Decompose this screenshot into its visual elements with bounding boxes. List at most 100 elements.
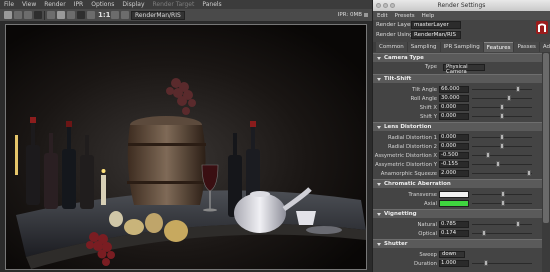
menu-render-target: Render Target: [152, 0, 195, 8]
rgb-channel-icon[interactable]: [47, 11, 55, 19]
duration-field[interactable]: 1.000: [439, 260, 469, 267]
render-layer-select[interactable]: masterLayer: [411, 21, 461, 29]
camera-type-row: Type Physical Camera: [373, 62, 543, 75]
transverse-slider-handle[interactable]: [501, 191, 505, 197]
transverse-row: Transverse: [373, 190, 543, 199]
lens-distortion-attr-slider-handle[interactable]: [500, 134, 504, 140]
tilt-shift-attr-label: Tilt Angle: [412, 87, 437, 93]
tilt-shift-attr-value-field[interactable]: 30.000: [439, 95, 469, 102]
tilt-shift-attr-row: Tilt Angle 66.000: [373, 85, 543, 94]
menu-presets[interactable]: Presets: [395, 13, 415, 19]
section-chromatic-aberration[interactable]: Chromatic Aberration: [373, 179, 543, 188]
renderer-select[interactable]: RenderMan/RIS: [411, 31, 461, 39]
frame-ratio-label[interactable]: 1:1: [98, 11, 111, 19]
tilt-shift-attr-value-field[interactable]: 66.000: [439, 86, 469, 93]
lens-distortion-attr-slider-handle[interactable]: [500, 143, 504, 149]
axial-slider-handle[interactable]: [501, 200, 505, 206]
section-lens-distortion[interactable]: Lens Distortion: [373, 122, 543, 131]
snapshot-icon[interactable]: [111, 11, 119, 19]
lens-distortion-attr-slider-handle[interactable]: [495, 161, 500, 167]
sweep-select[interactable]: down: [439, 251, 465, 258]
refresh-icon[interactable]: [24, 11, 32, 19]
tab-ipr-sampling[interactable]: IPR Sampling: [440, 42, 483, 52]
section-tilt-shift[interactable]: Tilt-Shift: [373, 74, 543, 83]
render-layer-label: Render Layer: [376, 22, 413, 28]
render-image-frame[interactable]: [5, 24, 367, 270]
tilt-shift-attr-value-field[interactable]: 0.000: [439, 104, 469, 111]
menu-edit[interactable]: Edit: [377, 13, 388, 19]
tilt-shift-attr-row: Roll Angle 30.000: [373, 94, 543, 103]
alpha-channel-icon[interactable]: [87, 11, 95, 19]
tab-features[interactable]: Features: [483, 42, 514, 52]
collapse-arrow-icon: [377, 78, 381, 81]
axial-label: Axial: [424, 201, 437, 207]
lens-distortion-attr-row: Radial Distortion 1 0.000: [373, 133, 543, 142]
vignetting-attr-label: Optical: [418, 231, 437, 237]
lens-distortion-attr-value-field[interactable]: 0.000: [439, 134, 469, 141]
tab-advanced[interactable]: Ad: [539, 42, 550, 52]
menu-file[interactable]: File: [4, 1, 14, 8]
menu-ipr[interactable]: IPR: [74, 1, 84, 8]
features-panel: Camera Type Type Physical Camera Tilt-Sh…: [373, 52, 543, 272]
red-channel-icon[interactable]: [57, 11, 65, 19]
tilt-shift-attr-slider-handle[interactable]: [500, 104, 504, 110]
axial-color-swatch[interactable]: [439, 200, 469, 207]
section-vignetting[interactable]: Vignetting: [373, 209, 543, 218]
vignetting-attr-slider-handle[interactable]: [481, 230, 486, 236]
lens-distortion-attr-value-field[interactable]: -0.500: [439, 152, 469, 159]
vignetting-attr-row: Natural 0.785: [373, 220, 543, 229]
lens-distortion-attr-label: Assymetric Distortion X: [374, 153, 437, 159]
wine-glass-stem: [209, 191, 211, 209]
menu-panels[interactable]: Panels: [202, 1, 221, 8]
section-title: Shutter: [384, 241, 408, 247]
tilt-shift-attr-label: Shift Y: [420, 114, 437, 120]
lens-distortion-attr-slider-track: [472, 155, 532, 156]
lens-distortion-attr-slider-handle[interactable]: [526, 170, 531, 176]
menu-render[interactable]: Render: [44, 1, 65, 8]
scrollbar-thumb[interactable]: [543, 53, 549, 223]
plate: [306, 226, 342, 234]
vignetting-attr-value-field[interactable]: 0.785: [439, 221, 469, 228]
ipr-render-icon[interactable]: [14, 11, 22, 19]
settings-scrollbar[interactable]: [542, 52, 550, 272]
candle: [101, 175, 106, 205]
lens-distortion-attr-slider-handle[interactable]: [486, 152, 490, 158]
section-title: Lens Distortion: [384, 124, 432, 130]
tilt-shift-attr-slider-handle[interactable]: [506, 95, 511, 101]
lemon: [164, 220, 188, 242]
menu-view[interactable]: View: [22, 1, 36, 8]
lens-distortion-attr-label: Radial Distortion 1: [387, 135, 437, 141]
render-using-label: Render Using: [376, 32, 413, 38]
green-channel-icon[interactable]: [67, 11, 75, 19]
rendered-still-life-image: [6, 25, 366, 269]
section-shutter[interactable]: Shutter: [373, 239, 543, 248]
transverse-color-swatch[interactable]: [439, 191, 469, 198]
tilt-shift-attr-value-field[interactable]: 0.000: [439, 113, 469, 120]
menu-display[interactable]: Display: [122, 1, 144, 8]
stop-icon[interactable]: [34, 11, 42, 19]
lens-distortion-attr-row: Assymetric Distortion Y -0.155: [373, 160, 543, 169]
render-target-select[interactable]: RenderMan/RIS: [131, 11, 185, 20]
tilt-shift-attr-row: Shift Y 0.000: [373, 112, 543, 121]
lens-distortion-attr-value-field[interactable]: -0.155: [439, 161, 469, 168]
menu-help[interactable]: Help: [422, 13, 435, 19]
keep-image-icon[interactable]: [121, 11, 129, 19]
render-settings-tabs: Common Sampling IPR Sampling Features Pa…: [373, 42, 550, 52]
lens-distortion-attr-value-field[interactable]: 0.000: [439, 143, 469, 150]
vignetting-attr-value-field[interactable]: 0.174: [439, 230, 469, 237]
redo-render-icon[interactable]: [4, 11, 12, 19]
tab-common[interactable]: Common: [376, 42, 407, 52]
tilt-shift-attr-slider-handle[interactable]: [515, 86, 520, 92]
lens-distortion-attr-value-field[interactable]: 2.000: [439, 170, 469, 177]
section-camera-type[interactable]: Camera Type: [373, 53, 543, 62]
tilt-shift-attr-label: Shift X: [419, 105, 437, 111]
render-using-row: Render Using RenderMan/RIS: [373, 30, 550, 40]
menu-options[interactable]: Options: [91, 1, 114, 8]
duration-slider-handle[interactable]: [484, 260, 489, 266]
camera-type-select[interactable]: Physical Camera: [443, 64, 485, 75]
blue-channel-icon[interactable]: [77, 11, 85, 19]
vignetting-attr-slider-handle[interactable]: [516, 221, 521, 227]
tab-passes[interactable]: Passes: [514, 42, 539, 52]
tilt-shift-attr-slider-handle[interactable]: [500, 113, 504, 119]
tab-sampling[interactable]: Sampling: [407, 42, 440, 52]
